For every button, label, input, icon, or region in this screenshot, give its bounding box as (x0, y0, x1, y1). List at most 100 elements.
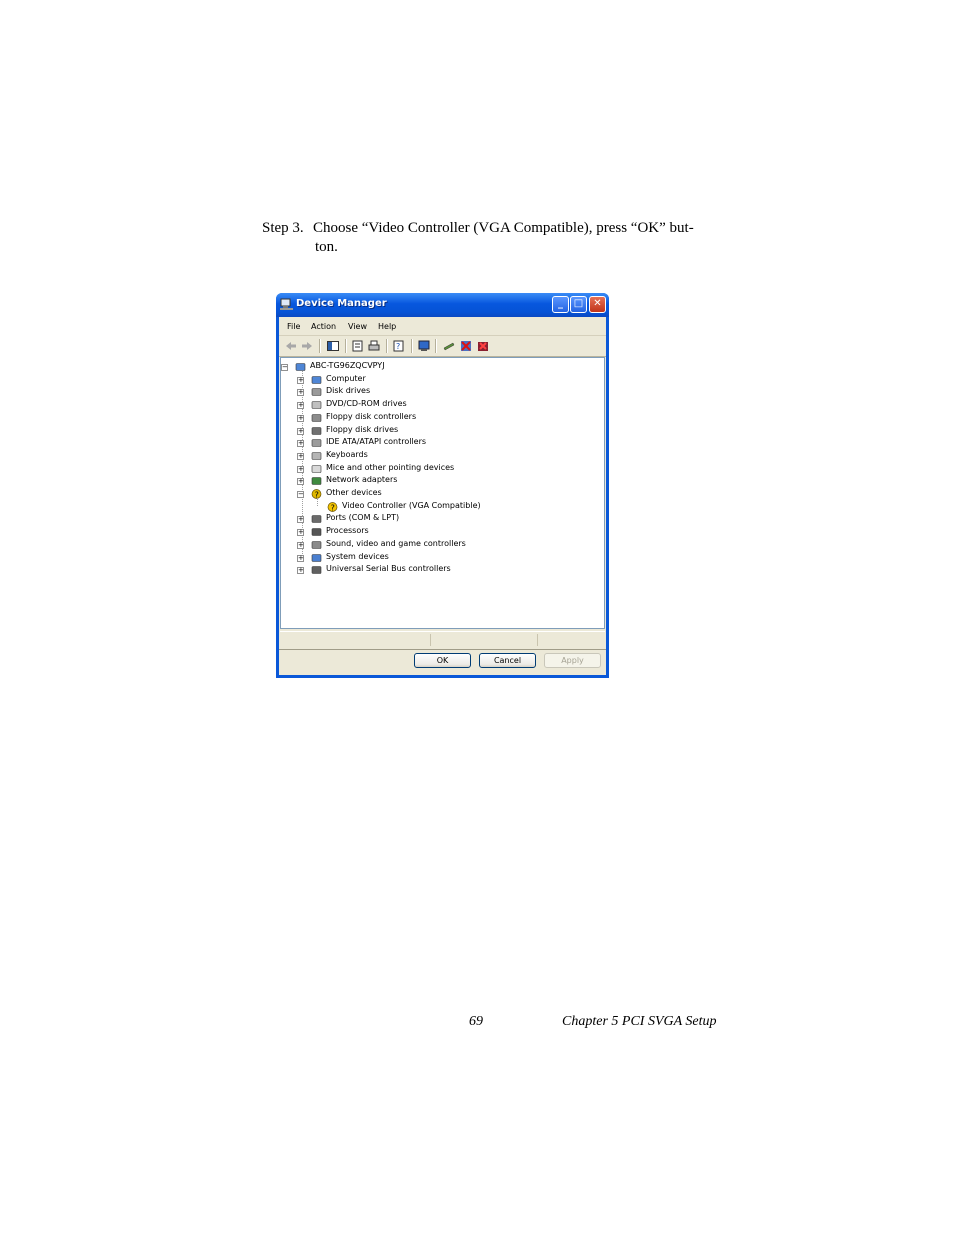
collapse-icon[interactable]: − (297, 491, 304, 498)
expand-icon[interactable]: + (297, 529, 304, 537)
back-arrow-icon[interactable] (285, 340, 297, 352)
forward-arrow-icon[interactable] (301, 340, 313, 352)
expand-icon[interactable]: + (297, 516, 304, 524)
properties-icon[interactable] (352, 340, 364, 352)
tree-item-label: Other devices (326, 488, 382, 497)
floppy-drive-icon (311, 426, 322, 435)
minimize-button[interactable]: _ (552, 296, 569, 313)
expand-icon[interactable]: + (297, 414, 304, 422)
usb-icon (311, 566, 322, 574)
close-button[interactable]: ✕ (589, 296, 606, 313)
menu-action[interactable]: Action (311, 322, 336, 331)
tree-item-label: Ports (COM & LPT) (326, 513, 400, 523)
tree-category[interactable]: + IDE ATA/ATAPI controllers (281, 437, 601, 449)
sound-icon (311, 540, 322, 549)
status-divider (430, 634, 431, 646)
device-tree[interactable]: − ABC-TG96ZQCVPYJ + Computer + Disk drives + DV… (280, 357, 605, 629)
maximize-button[interactable]: □ (570, 296, 587, 313)
tree-category[interactable]: + Sound, video and game controllers (281, 539, 601, 551)
cancel-button[interactable]: Cancel (479, 653, 536, 668)
tree-category[interactable]: + DVD/CD-ROM drives (281, 399, 601, 411)
window-body: File Action View Help ? − ABC-TG96ZQCVPY… (279, 317, 606, 675)
menu-file[interactable]: File (287, 322, 300, 331)
mouse-icon (311, 464, 322, 473)
print-icon[interactable] (368, 340, 380, 352)
toolbar: ? (279, 336, 606, 357)
expand-icon[interactable]: + (297, 478, 304, 486)
tree-category[interactable]: + Keyboards (281, 450, 601, 462)
disk-drive-icon (311, 388, 322, 397)
window-title: Device Manager (296, 298, 387, 309)
tree-item-label: Processors (326, 526, 369, 536)
tree-item-video-controller[interactable]: ? Video Controller (VGA Compatible) (281, 501, 601, 513)
processor-icon (311, 528, 322, 536)
chapter-title: Chapter 5 PCI SVGA Setup (562, 1014, 717, 1029)
scan-hardware-icon[interactable] (418, 340, 430, 352)
collapse-icon[interactable]: − (281, 364, 288, 371)
expand-icon[interactable]: + (297, 402, 304, 410)
step-number: Step 3. (262, 220, 304, 236)
port-icon (311, 515, 322, 524)
uninstall-device-icon[interactable] (477, 340, 489, 352)
tree-category[interactable]: + Mice and other pointing devices (281, 463, 601, 475)
expand-icon[interactable]: + (297, 427, 304, 435)
disable-device-icon[interactable] (460, 340, 472, 352)
tree-item-label: Mice and other pointing devices (326, 462, 455, 472)
ok-button[interactable]: OK (414, 653, 471, 668)
tree-item-label: IDE ATA/ATAPI controllers (326, 437, 427, 447)
device-manager-icon (280, 298, 293, 310)
keyboard-icon (311, 452, 322, 460)
tree-item-label: Floppy disk controllers (326, 411, 417, 421)
tree-item-label: Video Controller (VGA Compatible) (342, 500, 481, 510)
tree-item-label: ABC-TG96ZQCVPYJ (310, 361, 385, 370)
toolbar-separator (386, 339, 388, 353)
expand-icon[interactable]: + (297, 389, 304, 397)
menu-bar: File Action View Help (279, 317, 606, 336)
tree-item-label: Floppy disk drives (326, 424, 399, 434)
system-device-icon (311, 553, 322, 562)
menu-help[interactable]: Help (378, 322, 396, 331)
tree-category[interactable]: −? Other devices (281, 488, 601, 500)
status-bar (280, 631, 605, 647)
ide-controller-icon (311, 439, 322, 447)
tree-item-label: Disk drives (326, 386, 371, 396)
tree-category[interactable]: + Computer (281, 374, 601, 386)
expand-icon[interactable]: + (297, 452, 304, 460)
warning-device-icon: ? (327, 501, 338, 512)
tree-item-label: Keyboards (326, 449, 368, 459)
expand-icon[interactable]: + (297, 465, 304, 473)
cdrom-icon (311, 401, 322, 409)
expand-icon[interactable]: + (297, 376, 304, 384)
network-adapter-icon (311, 477, 322, 486)
apply-button[interactable]: Apply (544, 653, 601, 668)
step-text-line1: Choose “Video Controller (VGA Compatible… (313, 220, 694, 236)
tree-category[interactable]: + Floppy disk drives (281, 425, 601, 437)
tree-item-label: Universal Serial Bus controllers (326, 564, 451, 574)
title-bar[interactable]: Device Manager _ □ ✕ (276, 293, 609, 317)
tree-category[interactable]: + Disk drives (281, 386, 601, 398)
svg-text:?: ? (331, 503, 335, 512)
tree-item-label: Network adapters (326, 475, 398, 485)
toolbar-separator (411, 339, 413, 353)
update-driver-icon[interactable] (443, 340, 455, 352)
device-manager-window: Device Manager _ □ ✕ File Action View He… (276, 293, 609, 678)
tree-category[interactable]: + Network adapters (281, 475, 601, 487)
menu-view[interactable]: View (348, 322, 367, 331)
computer-icon (311, 375, 322, 384)
step-text-line2: ton. (315, 239, 338, 255)
expand-icon[interactable]: + (297, 567, 304, 575)
tree-root[interactable]: − ABC-TG96ZQCVPYJ (281, 361, 601, 373)
expand-icon[interactable]: + (297, 554, 304, 562)
tree-item-label: DVD/CD-ROM drives (326, 399, 407, 409)
tree-item-label: System devices (326, 551, 389, 561)
expand-icon[interactable]: + (297, 440, 304, 448)
help-icon[interactable]: ? (393, 340, 405, 352)
show-hide-tree-icon[interactable] (327, 340, 339, 352)
tree-category[interactable]: + System devices (281, 552, 601, 564)
tree-category[interactable]: + Floppy disk controllers (281, 412, 601, 424)
tree-category[interactable]: + Ports (COM & LPT) (281, 513, 601, 525)
page-number: 69 (469, 1014, 483, 1029)
tree-category[interactable]: + Universal Serial Bus controllers (281, 564, 601, 576)
expand-icon[interactable]: + (297, 541, 304, 549)
tree-category[interactable]: + Processors (281, 526, 601, 538)
